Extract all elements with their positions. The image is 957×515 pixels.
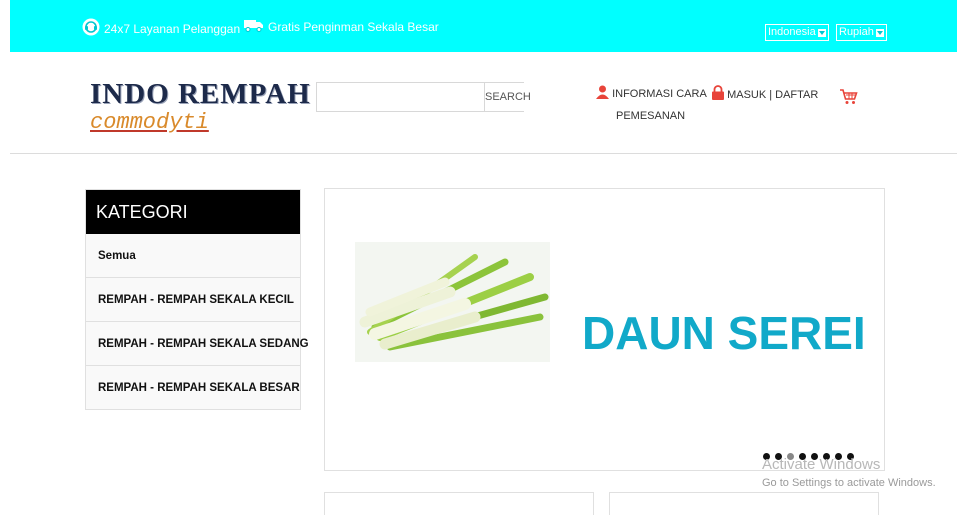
info-link-line1: INFORMASI CARA: [612, 88, 707, 100]
lemongrass-image: [355, 242, 550, 362]
category-item-sedang[interactable]: REMPAH - REMPAH SEKALA SEDANG: [86, 322, 309, 366]
category-item-kecil[interactable]: REMPAH - REMPAH SEKALA KECIL: [86, 278, 300, 322]
login-register-link[interactable]: MASUK | DAFTAR: [712, 85, 818, 103]
search-button[interactable]: SEARCH: [484, 83, 531, 111]
search-bar: SEARCH: [316, 82, 531, 112]
user-icon: [596, 85, 609, 102]
login-link-label: MASUK | DAFTAR: [727, 89, 819, 101]
top-bar: 24x7 Layanan Pelanggan Gratis Penginman …: [10, 0, 957, 52]
logo-title[interactable]: INDO REMPAH: [90, 78, 311, 111]
support-label: 24x7 Layanan Pelanggan: [104, 21, 241, 36]
cart-icon[interactable]: [840, 89, 858, 110]
header-divider: [10, 153, 957, 154]
headset-icon: [82, 18, 100, 39]
category-panel: KATEGORI Semua REMPAH - REMPAH SEKALA KE…: [85, 189, 309, 410]
banner-slider: DAUN SEREI: [324, 188, 885, 471]
activate-windows-subtitle: Go to Settings to activate Windows.: [762, 477, 936, 489]
lock-icon: [712, 85, 724, 103]
category-item-besar[interactable]: REMPAH - REMPAH SEKALA BESAR: [86, 366, 300, 409]
category-title: KATEGORI: [86, 190, 300, 234]
info-order-link[interactable]: INFORMASI CARA: [596, 85, 707, 102]
chevron-down-icon: [875, 28, 884, 37]
info-link-line2[interactable]: PEMESANAN: [616, 110, 685, 122]
currency-value: Rupiah: [839, 26, 874, 38]
activate-windows-title: Activate Windows: [762, 456, 881, 473]
slide-caption: DAUN SEREI: [582, 307, 866, 359]
search-input[interactable]: [317, 83, 484, 111]
support-info: 24x7 Layanan Pelanggan: [82, 18, 240, 39]
language-select[interactable]: Indonesia: [765, 24, 829, 41]
shipping-label: Gratis Penginman Sekala Besar: [268, 19, 439, 34]
truck-icon: [244, 18, 264, 35]
logo-subtitle[interactable]: commodyti: [90, 110, 209, 135]
currency-select[interactable]: Rupiah: [836, 24, 887, 41]
category-item-semua[interactable]: Semua: [86, 234, 300, 278]
language-value: Indonesia: [768, 26, 816, 38]
chevron-down-icon: [817, 28, 826, 37]
shipping-info: Gratis Penginman Sekala Besar: [244, 18, 439, 35]
